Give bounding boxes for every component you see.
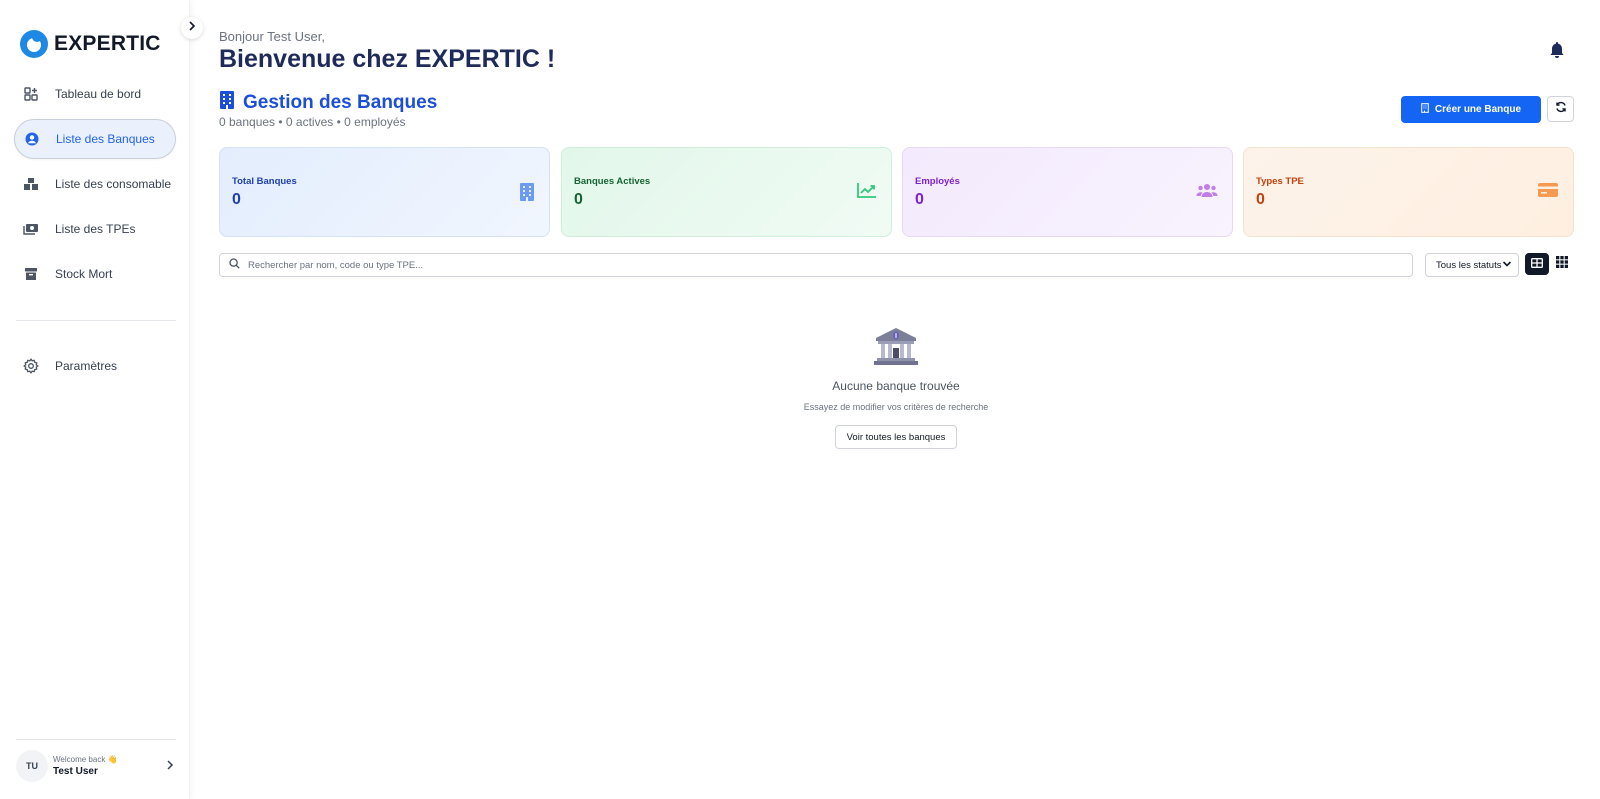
- logo[interactable]: EXPERTIC: [20, 30, 161, 58]
- sidebar-item-dashboard[interactable]: Tableau de bord: [14, 74, 176, 114]
- stat-card-types-tpe: Types TPE 0: [1243, 147, 1574, 237]
- chevron-right-icon: [187, 19, 197, 37]
- money-bill-icon: [23, 221, 39, 237]
- table-icon: [1531, 255, 1543, 273]
- sidebar-item-label: Liste des Banques: [56, 132, 155, 146]
- chevron-right-icon[interactable]: [165, 758, 175, 776]
- sidebar-item-tpes[interactable]: Liste des TPEs: [14, 209, 176, 249]
- settings-nav: Paramètres: [14, 346, 176, 391]
- sidebar-item-label: Stock Mort: [55, 267, 113, 281]
- bank-building-icon: [872, 326, 920, 373]
- search-input[interactable]: [248, 259, 1348, 271]
- stat-card-banques-actives: Banques Actives 0: [561, 147, 892, 237]
- notification-bell-icon[interactable]: [1549, 41, 1565, 64]
- logo-mark-icon: [20, 30, 48, 58]
- user-circle-icon: [24, 131, 40, 147]
- building-icon: [519, 182, 535, 207]
- chevron-down-icon: [1502, 260, 1512, 271]
- sidebar-item-parametres[interactable]: Paramètres: [14, 346, 176, 386]
- table-view-toggle[interactable]: [1525, 253, 1549, 275]
- avatar: TU: [16, 750, 48, 782]
- refresh-button[interactable]: [1547, 96, 1574, 122]
- empty-state-subtitle: Essayez de modifier vos critères de rech…: [803, 402, 989, 412]
- stat-value: 0: [1256, 191, 1265, 208]
- create-bank-label: Créer une Banque: [1434, 104, 1522, 115]
- section-summary: 0 banques • 0 actives • 0 employés: [219, 115, 406, 129]
- stat-label: Banques Actives: [574, 176, 651, 187]
- stat-value: 0: [574, 191, 583, 208]
- refresh-icon: [1555, 100, 1567, 118]
- sidebar-divider: [16, 739, 176, 740]
- dashboard-grid-icon: [23, 86, 39, 102]
- sidebar-item-label: Liste des TPEs: [55, 222, 136, 236]
- stat-label: Types TPE: [1256, 176, 1304, 187]
- logo-text: EXPERTIC: [54, 32, 161, 55]
- sidebar-item-label: Liste des consomable: [55, 177, 172, 191]
- section-title-text: Gestion des Banques: [243, 92, 438, 113]
- sidebar-divider: [16, 320, 176, 321]
- building-icon: [1421, 103, 1429, 116]
- user-text: Welcome back 👋 Test User: [53, 755, 118, 777]
- sidebar-item-label: Paramètres: [55, 359, 118, 373]
- sidebar-toggle-button[interactable]: [181, 17, 203, 39]
- user-name: Test User: [53, 766, 98, 777]
- stat-label: Employés: [915, 176, 960, 187]
- stat-card-employes: Employés 0: [902, 147, 1233, 237]
- stat-card-total-banques: Total Banques 0: [219, 147, 550, 237]
- user-profile[interactable]: TU Welcome back 👋 Test User: [16, 750, 118, 782]
- archive-box-icon: [23, 266, 39, 282]
- create-bank-button[interactable]: Créer une Banque: [1401, 96, 1541, 123]
- grid-view-toggle[interactable]: [1550, 253, 1574, 275]
- page-title: Bienvenue chez EXPERTIC !: [219, 45, 556, 73]
- status-selected-value: Tous les statuts: [1436, 259, 1502, 271]
- sidebar-item-banques[interactable]: Liste des Banques: [14, 119, 176, 159]
- grid-icon: [1556, 255, 1568, 273]
- sidebar-nav: Tableau de bord Liste des Banques Liste …: [14, 74, 176, 299]
- stat-label: Total Banques: [232, 176, 297, 187]
- boxes-icon: [23, 176, 39, 192]
- section-title: Gestion des Banques: [219, 90, 437, 116]
- sidebar: EXPERTIC Tableau de bord Liste des Banqu…: [0, 0, 190, 799]
- stat-value: 0: [232, 191, 241, 208]
- status-filter-select[interactable]: Tous les statuts: [1425, 253, 1519, 277]
- show-all-banks-button[interactable]: Voir toutes les banques: [835, 425, 957, 449]
- building-icon: [219, 90, 235, 116]
- stat-value: 0: [915, 191, 924, 208]
- greeting: Bonjour Test User,: [219, 29, 325, 44]
- sidebar-item-consomable[interactable]: Liste des consomable: [14, 164, 176, 204]
- users-icon: [1196, 182, 1218, 203]
- empty-state-title: Aucune banque trouvée: [832, 379, 960, 393]
- chart-line-icon: [857, 182, 877, 203]
- credit-card-icon: [1537, 182, 1559, 203]
- welcome-back-text: Welcome back 👋: [53, 755, 118, 764]
- sidebar-item-label: Tableau de bord: [55, 87, 142, 101]
- search-icon: [229, 256, 240, 274]
- sidebar-item-stock-mort[interactable]: Stock Mort: [14, 254, 176, 294]
- gear-icon: [23, 358, 39, 374]
- search-bar: [219, 253, 1413, 277]
